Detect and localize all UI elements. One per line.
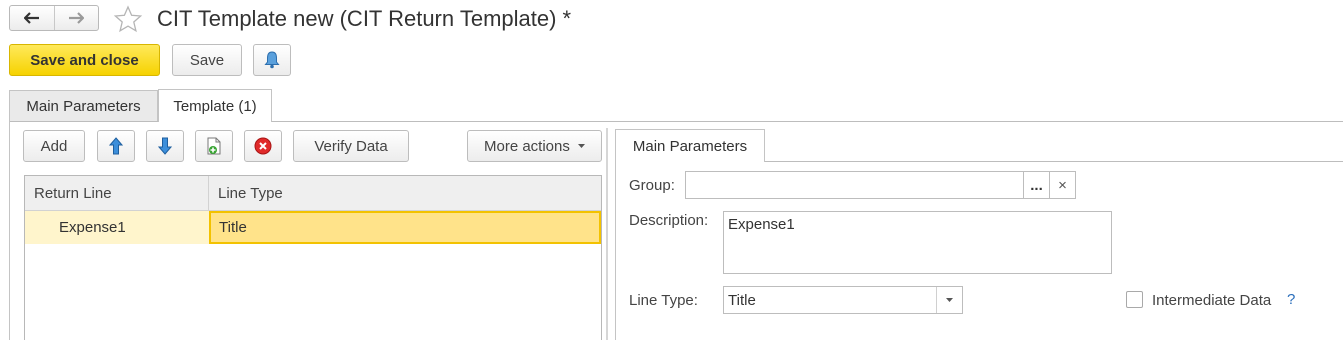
back-button[interactable] <box>10 6 54 30</box>
arrow-down-icon <box>158 137 172 155</box>
help-icon[interactable]: ? <box>1287 291 1295 308</box>
dropdown-arrow-icon <box>577 144 585 148</box>
tab-template[interactable]: Template (1) <box>158 89 272 122</box>
group-select-button[interactable]: ... <box>1023 171 1050 199</box>
column-header-line-type[interactable]: Line Type <box>209 176 601 210</box>
notifications-button[interactable] <box>253 44 291 76</box>
verify-data-button[interactable]: Verify Data <box>293 130 409 162</box>
add-button[interactable]: Add <box>23 130 85 162</box>
content-border <box>9 121 10 340</box>
dropdown-arrow-icon[interactable] <box>946 298 953 302</box>
arrow-right-icon <box>69 12 85 24</box>
window-title: CIT Template new (CIT Return Template) * <box>157 6 572 31</box>
description-label: Description: <box>629 212 709 229</box>
more-actions-button[interactable]: More actions <box>467 130 602 162</box>
move-up-button[interactable] <box>97 130 135 162</box>
forward-button[interactable] <box>53 6 99 30</box>
description-textarea[interactable]: Expense1 <box>723 211 1112 274</box>
group-label: Group: <box>629 177 675 194</box>
table-header: Return Line Line Type <box>25 176 601 211</box>
tab-details-main-parameters[interactable]: Main Parameters <box>615 129 765 162</box>
column-header-return-line[interactable]: Return Line <box>25 176 209 210</box>
arrow-up-icon <box>109 137 123 155</box>
select-divider <box>936 287 937 313</box>
more-actions-label: More actions <box>484 137 570 155</box>
intermediate-data-checkbox[interactable] <box>1126 291 1143 308</box>
pane-splitter[interactable] <box>606 128 608 340</box>
history-nav <box>9 5 99 31</box>
copy-button[interactable] <box>195 130 233 162</box>
template-lines-table: Return Line Line Type Expense1 Title <box>24 175 602 340</box>
details-border <box>615 161 616 340</box>
group-input[interactable] <box>685 171 1024 199</box>
move-down-button[interactable] <box>146 130 184 162</box>
line-type-cell[interactable]: Title <box>209 211 601 244</box>
arrow-left-icon <box>23 12 39 24</box>
tab-main-parameters[interactable]: Main Parameters <box>9 90 158 121</box>
table-row[interactable]: Expense1 Title <box>25 211 601 244</box>
return-line-cell[interactable]: Expense1 <box>25 211 209 244</box>
save-and-close-button[interactable]: Save and close <box>9 44 160 76</box>
intermediate-data-label[interactable]: Intermediate Data <box>1152 292 1271 309</box>
favorite-star-icon[interactable] <box>113 5 143 33</box>
line-type-label: Line Type: <box>629 292 698 309</box>
bell-icon <box>264 51 280 69</box>
group-clear-button[interactable]: × <box>1049 171 1076 199</box>
line-type-select[interactable]: Title <box>723 286 963 314</box>
document-add-icon <box>207 137 221 154</box>
save-button[interactable]: Save <box>172 44 242 76</box>
line-type-value: Title <box>728 291 756 309</box>
delete-button[interactable] <box>244 130 282 162</box>
delete-icon <box>254 137 272 155</box>
